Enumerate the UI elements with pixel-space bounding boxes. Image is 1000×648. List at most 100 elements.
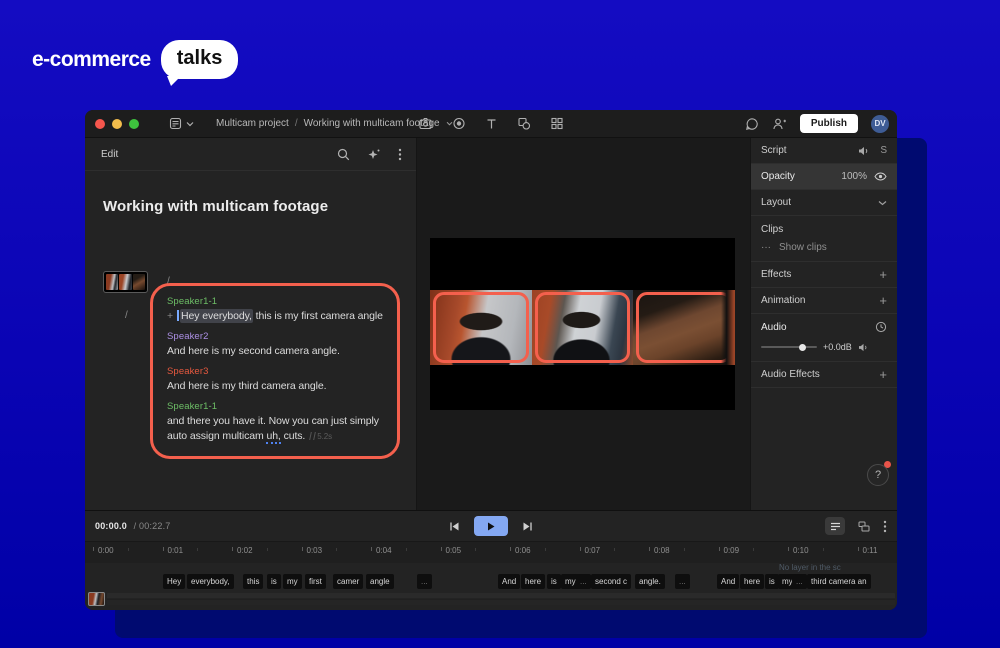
add-block-plus[interactable]: + bbox=[167, 310, 173, 322]
timeline-word-chip[interactable]: is bbox=[547, 574, 561, 589]
preview-canvas[interactable] bbox=[417, 138, 751, 510]
help-button[interactable]: ? bbox=[867, 464, 889, 486]
skip-forward-icon[interactable] bbox=[522, 521, 533, 532]
window-controls[interactable] bbox=[95, 119, 139, 129]
clips-ellipsis-icon[interactable]: ··· bbox=[761, 242, 771, 253]
timeline-word-chip[interactable]: second c bbox=[591, 574, 631, 589]
user-avatar[interactable]: DV bbox=[871, 115, 889, 133]
invite-person-icon[interactable] bbox=[772, 117, 787, 131]
audio-gain-value[interactable]: +0.0dB bbox=[823, 342, 852, 352]
clip-thumbnail[interactable] bbox=[88, 592, 105, 606]
templates-grid-icon[interactable] bbox=[551, 117, 564, 130]
add-effect-icon[interactable]: + bbox=[879, 270, 887, 280]
audio-waveform-strip[interactable] bbox=[107, 593, 895, 605]
timeline-word-chip[interactable]: is bbox=[267, 574, 281, 589]
audio-row[interactable]: Audio bbox=[751, 314, 897, 340]
audio-history-icon[interactable] bbox=[875, 321, 887, 333]
scene-thumbnail[interactable] bbox=[103, 271, 148, 293]
timeline-word-chip[interactable]: Hey bbox=[163, 574, 185, 589]
skip-back-icon[interactable] bbox=[449, 521, 460, 532]
eye-icon[interactable] bbox=[874, 172, 887, 181]
camera-angle-3[interactable] bbox=[633, 290, 735, 365]
transcript-text[interactable]: + Hey everybody, this is my first camera … bbox=[167, 309, 385, 324]
timeline-word-chip[interactable]: this bbox=[243, 574, 263, 589]
layout-row[interactable]: Layout bbox=[751, 190, 897, 216]
timeline-word-chip[interactable]: And bbox=[498, 574, 520, 589]
audio-gain-slider[interactable] bbox=[761, 346, 817, 348]
timeline-word-chip[interactable]: ... bbox=[675, 574, 690, 589]
word-span[interactable]: And here is my third camera angle. bbox=[167, 380, 326, 392]
timeline-word-chip[interactable]: everybody, bbox=[187, 574, 234, 589]
text-tool-icon[interactable] bbox=[486, 118, 498, 130]
record-icon[interactable] bbox=[453, 117, 466, 130]
play-button[interactable] bbox=[474, 516, 508, 536]
video-frame[interactable] bbox=[430, 238, 735, 410]
project-switcher[interactable] bbox=[169, 117, 194, 130]
ai-sparkle-icon[interactable] bbox=[367, 148, 381, 161]
transcript-text[interactable]: And here is my second camera angle. bbox=[167, 344, 385, 359]
shapes-icon[interactable] bbox=[518, 117, 531, 130]
tracks-icon[interactable] bbox=[858, 521, 870, 532]
media-track[interactable] bbox=[85, 592, 897, 608]
minimize-window-button[interactable] bbox=[112, 119, 122, 129]
word-span[interactable]: uh, bbox=[266, 430, 280, 444]
speaker-volume-icon[interactable] bbox=[858, 146, 870, 156]
timeline-word-chip[interactable]: ... bbox=[417, 574, 432, 589]
effects-row[interactable]: Effects + bbox=[751, 262, 897, 288]
transcript-line[interactable]: Speaker1-1 + Hey everybody, this is my fir… bbox=[167, 296, 385, 324]
timeline-word-chip[interactable]: angle bbox=[366, 574, 394, 589]
transcript-line[interactable]: Speaker1-1 and there you have it. Now you… bbox=[167, 401, 385, 444]
script-row[interactable]: Script S bbox=[751, 138, 897, 164]
timeline-ruler[interactable]: 0:000:010:020:030:040:050:060:070:080:09… bbox=[85, 541, 897, 563]
breadcrumb-project[interactable]: Multicam project bbox=[216, 118, 289, 129]
speaker-label[interactable]: Speaker1-1 bbox=[167, 296, 385, 307]
audio-effects-row[interactable]: Audio Effects + bbox=[751, 362, 897, 388]
timeline-view-toggle[interactable] bbox=[825, 517, 845, 535]
add-audio-effect-icon[interactable]: + bbox=[879, 370, 887, 380]
gap-indicator[interactable]: 5.2s bbox=[310, 432, 332, 441]
timeline-word-chip[interactable]: angle. bbox=[635, 574, 665, 589]
show-clips-row[interactable]: ··· Show clips bbox=[751, 237, 897, 262]
document-title[interactable]: Working with multicam footage bbox=[103, 198, 416, 215]
slider-thumb[interactable] bbox=[799, 344, 806, 351]
word-span[interactable]: cuts. bbox=[281, 430, 306, 442]
word-span[interactable]: And here is my second camera angle. bbox=[167, 345, 340, 357]
timeline-word-chip[interactable]: is bbox=[765, 574, 779, 589]
word-track[interactable]: Heyeverybody,thisismyfirstcamerangle...A… bbox=[85, 573, 897, 590]
speaker-label[interactable]: Speaker3 bbox=[167, 366, 385, 377]
timeline-word-chip[interactable]: camer bbox=[333, 574, 363, 589]
show-clips-label[interactable]: Show clips bbox=[779, 242, 827, 253]
opacity-row[interactable]: Opacity 100% bbox=[751, 164, 897, 190]
timeline-word-chip[interactable]: ... bbox=[576, 574, 591, 589]
transcript-line[interactable]: Speaker3 And here is my third camera angl… bbox=[167, 366, 385, 394]
word-span[interactable]: Hey everybody, bbox=[180, 309, 253, 323]
speaker-label[interactable]: Speaker1-1 bbox=[167, 401, 385, 412]
opacity-value[interactable]: 100% bbox=[841, 171, 867, 182]
timeline-options-icon[interactable] bbox=[883, 520, 887, 533]
edit-tab[interactable]: Edit bbox=[101, 149, 118, 160]
publish-button[interactable]: Publish bbox=[800, 114, 858, 133]
camera-angle-2[interactable] bbox=[532, 290, 634, 365]
add-media-icon[interactable] bbox=[419, 117, 433, 130]
timeline-word-chip[interactable]: first bbox=[305, 574, 326, 589]
add-animation-icon[interactable]: + bbox=[879, 296, 887, 306]
more-options-icon[interactable] bbox=[398, 148, 402, 161]
timeline-word-chip[interactable]: And bbox=[717, 574, 739, 589]
timeline-word-chip[interactable]: here bbox=[521, 574, 545, 589]
transcript-line[interactable]: Speaker2 And here is my second camera ang… bbox=[167, 331, 385, 359]
search-icon[interactable] bbox=[337, 148, 350, 161]
timeline-word-chip[interactable]: my bbox=[283, 574, 302, 589]
timeline-word-chip[interactable]: here bbox=[740, 574, 764, 589]
speaker-label[interactable]: Speaker2 bbox=[167, 331, 385, 342]
timeline-word-chip[interactable]: ... bbox=[792, 574, 807, 589]
timeline-word-chip[interactable]: third camera an bbox=[807, 574, 871, 589]
comments-icon[interactable] bbox=[745, 117, 759, 131]
close-window-button[interactable] bbox=[95, 119, 105, 129]
transcript-text[interactable]: And here is my third camera angle. bbox=[167, 379, 385, 394]
volume-icon[interactable] bbox=[858, 343, 869, 352]
animation-row[interactable]: Animation + bbox=[751, 288, 897, 314]
transcript-text[interactable]: and there you have it. Now you can just … bbox=[167, 414, 385, 444]
camera-angle-1[interactable] bbox=[430, 290, 532, 365]
maximize-window-button[interactable] bbox=[129, 119, 139, 129]
word-span[interactable]: this is my first camera angle bbox=[253, 310, 383, 322]
